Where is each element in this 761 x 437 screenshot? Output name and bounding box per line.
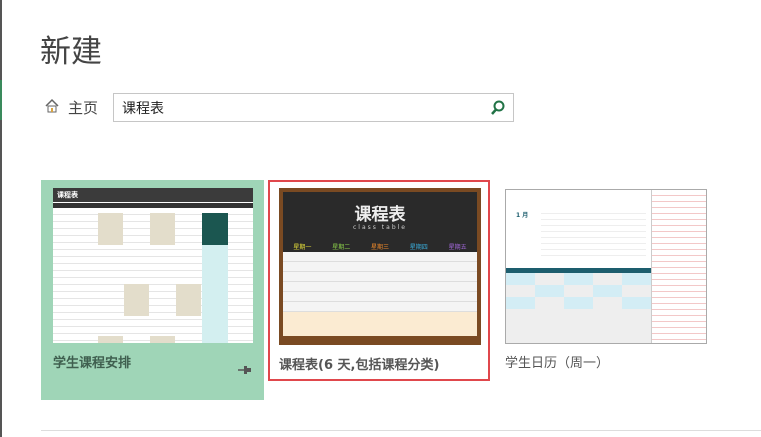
template-label: 课程表(6 天,包括课程分类) [279,358,440,373]
thumb-day: 星期一 [293,244,312,251]
template-thumbnail: 1 月 [505,189,707,344]
home-label: 主页 [68,99,99,117]
search-icon[interactable] [489,99,507,121]
search-input[interactable] [114,94,474,121]
thumb-day: 星期三 [370,244,389,251]
template-student-schedule[interactable]: 课程表 学生课程安排 [41,180,264,400]
thumb-subtitle: class table [353,224,407,231]
thumb-day: 星期二 [332,244,351,251]
thumb-title: 课程表 [57,191,78,199]
template-thumbnail: 课程表 [53,188,253,343]
page-title: 新建 [40,34,102,70]
thumb-day: 星期四 [409,244,428,251]
divider [41,430,761,431]
template-label: 学生日历（周一） [505,356,610,371]
thumb-title: 课程表 [354,205,406,225]
template-class-table-6-days[interactable]: 课程表 class table 星期一 星期二 星期三 星期四 星期五 课程表(… [268,180,490,381]
search-box[interactable] [113,93,514,122]
pin-icon[interactable] [238,360,252,379]
template-thumbnail: 课程表 class table 星期一 星期二 星期三 星期四 星期五 [279,188,481,345]
template-student-calendar[interactable]: 1 月 学生日历（周一） [495,180,717,381]
template-label: 学生课程安排 [53,356,132,371]
home-link[interactable]: 主页 [44,97,98,118]
left-nav-edge [0,0,2,437]
thumb-day: 星期五 [448,244,467,251]
thumb-month: 1 月 [516,212,529,219]
home-icon [44,98,60,118]
